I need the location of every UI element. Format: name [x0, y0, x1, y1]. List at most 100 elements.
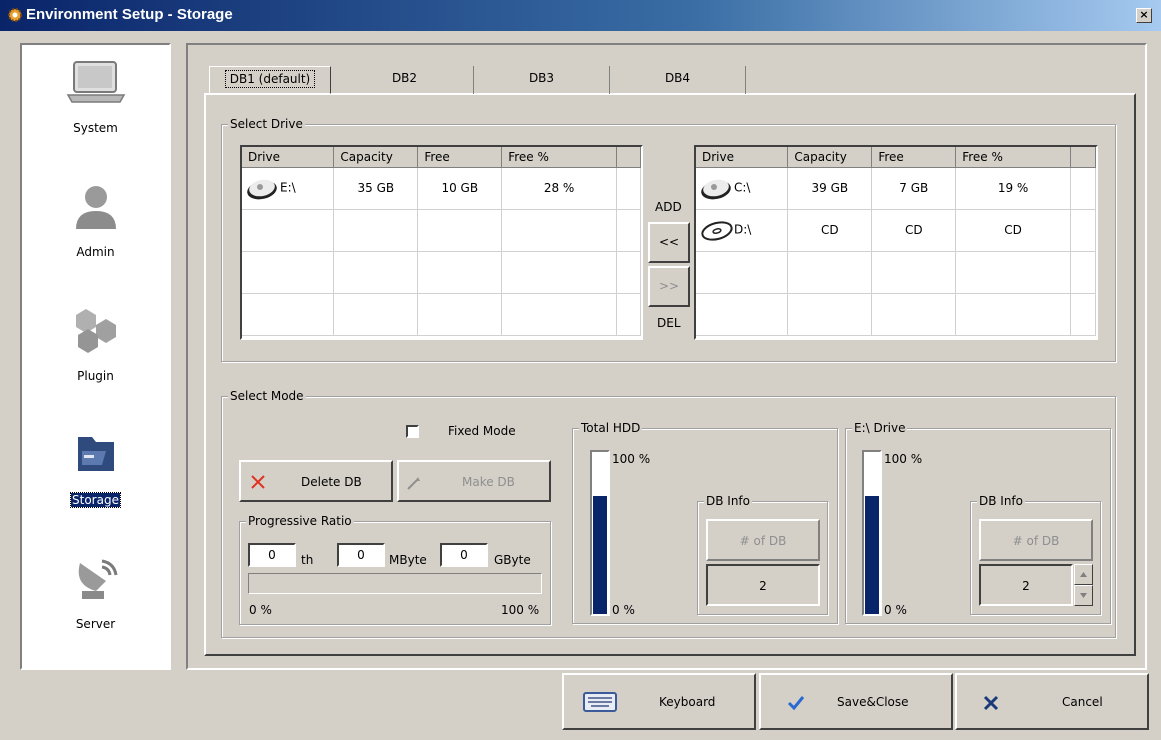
capacity-cell: 39 GB	[787, 167, 873, 210]
add-drive-button[interactable]: <<	[648, 222, 690, 263]
column-header[interactable]: Capacity	[333, 147, 419, 168]
close-button[interactable]: ×	[1136, 8, 1152, 23]
group-title: DB Info	[704, 494, 752, 508]
tab-db3[interactable]: DB3	[474, 66, 610, 94]
sidebar: System Admin Plugin Storage Server	[20, 43, 171, 670]
gauge-top-label: 100 %	[612, 452, 651, 466]
column-header[interactable]: Free %	[501, 147, 617, 168]
free-cell: 7 GB	[871, 167, 957, 210]
fixed-mode-checkbox[interactable]	[406, 425, 419, 438]
window-title: Environment Setup - Storage	[26, 6, 233, 23]
drive-name: C:\	[734, 180, 751, 195]
available-drives-table[interactable]: Drive Capacity Free Free % E:\ 35 GB 10 …	[240, 145, 643, 340]
num-db-value: 2	[706, 564, 820, 606]
delete-db-button[interactable]: Delete DB	[239, 460, 393, 502]
table-row[interactable]: D:\ CD CD CD	[696, 209, 1096, 252]
gear-icon	[8, 8, 22, 22]
free-pct-cell: 19 %	[955, 167, 1071, 210]
num-db-spinner[interactable]: 2	[979, 564, 1073, 606]
drive-gauge	[862, 450, 882, 616]
free-cell: CD	[871, 209, 957, 252]
gauge-fill	[593, 495, 607, 614]
gauge-top-label: 100 %	[884, 452, 923, 466]
save-close-label: Save&Close	[837, 695, 909, 709]
gauge-fill	[865, 495, 879, 614]
ratio-min-label: 0 %	[249, 603, 272, 617]
hdd-icon	[247, 179, 277, 200]
group-title: Total HDD	[579, 421, 643, 435]
spinner-up-button[interactable]	[1074, 564, 1093, 585]
sidebar-item-plugin[interactable]: Plugin	[22, 307, 169, 383]
hdd-icon	[701, 179, 731, 200]
drive-name: E:\	[280, 180, 296, 195]
save-close-button[interactable]: Save&Close	[759, 673, 953, 730]
num-db-label: # of DB	[706, 519, 820, 561]
sidebar-item-system[interactable]: System	[22, 59, 169, 135]
laptop-icon	[66, 61, 125, 103]
cancel-label: Cancel	[1062, 695, 1103, 709]
caret-down-icon	[1080, 593, 1087, 598]
gbyte-field[interactable]: 0	[440, 543, 488, 567]
gbyte-unit: GByte	[494, 553, 531, 567]
sidebar-item-admin[interactable]: Admin	[22, 183, 169, 259]
group-title: E:\ Drive	[852, 421, 908, 435]
free-pct-cell: CD	[955, 209, 1071, 252]
sidebar-item-storage[interactable]: Storage	[22, 431, 169, 508]
group-title: DB Info	[977, 494, 1025, 508]
checkmark-icon	[787, 696, 805, 711]
sidebar-item-label: Admin	[76, 245, 115, 259]
hexagons-icon	[75, 309, 116, 353]
column-header[interactable]: Capacity	[787, 147, 873, 168]
table-row	[242, 209, 641, 252]
group-title: Select Mode	[228, 389, 306, 403]
title-bar[interactable]: Environment Setup - Storage ×	[0, 0, 1161, 31]
keyboard-icon	[583, 692, 617, 712]
th-field[interactable]: 0	[248, 543, 296, 567]
make-db-label: Make DB	[462, 475, 515, 489]
mbyte-unit: MByte	[389, 553, 427, 567]
capacity-cell: CD	[787, 209, 873, 252]
free-pct-cell: 28 %	[501, 167, 617, 210]
table-row[interactable]: C:\ 39 GB 7 GB 19 %	[696, 167, 1096, 210]
capacity-cell: 35 GB	[333, 167, 419, 210]
free-cell: 10 GB	[417, 167, 503, 210]
table-row	[242, 293, 641, 336]
sidebar-item-server[interactable]: Server	[22, 555, 169, 631]
close-icon	[983, 695, 999, 711]
caret-up-icon	[1080, 572, 1087, 577]
keyboard-button[interactable]: Keyboard	[562, 673, 756, 730]
tab-db1[interactable]: DB1 (default)	[209, 66, 331, 94]
group-title: Progressive Ratio	[246, 514, 354, 528]
sidebar-item-label: Server	[75, 617, 116, 631]
wand-icon	[407, 477, 420, 490]
user-icon	[75, 186, 116, 229]
column-header[interactable]: Free	[417, 147, 503, 168]
table-row[interactable]: E:\ 35 GB 10 GB 28 %	[242, 167, 641, 210]
close-icon	[251, 475, 265, 489]
tab-db4[interactable]: DB4	[610, 66, 746, 94]
cd-icon	[701, 221, 733, 241]
add-label: ADD	[655, 200, 682, 214]
mbyte-field[interactable]: 0	[337, 543, 385, 567]
sidebar-item-label: Storage	[70, 492, 121, 508]
num-db-label: # of DB	[979, 519, 1093, 561]
cancel-button[interactable]: Cancel	[955, 673, 1149, 730]
tab-label: DB1 (default)	[224, 70, 316, 88]
column-header[interactable]: Drive	[242, 147, 335, 168]
fixed-mode-label: Fixed Mode	[448, 424, 516, 438]
column-header[interactable]: Drive	[696, 147, 789, 168]
spinner-down-button[interactable]	[1074, 585, 1093, 606]
tab-db2[interactable]: DB2	[336, 66, 474, 94]
folder-icon	[77, 437, 114, 471]
sidebar-item-label: Plugin	[77, 369, 114, 383]
group-title: Select Drive	[228, 117, 305, 131]
make-db-button[interactable]: Make DB	[397, 460, 551, 502]
drives-table[interactable]: Drive Capacity Free Free % C:\ 39 GB 7 G…	[694, 145, 1098, 340]
gauge-bottom-label: 0 %	[612, 603, 635, 617]
ratio-progress-bar	[248, 573, 542, 594]
table-row	[696, 293, 1096, 336]
remove-drive-button[interactable]: >>	[648, 266, 690, 307]
column-header[interactable]: Free	[871, 147, 957, 168]
column-header[interactable]: Free %	[955, 147, 1071, 168]
th-unit: th	[301, 553, 314, 567]
